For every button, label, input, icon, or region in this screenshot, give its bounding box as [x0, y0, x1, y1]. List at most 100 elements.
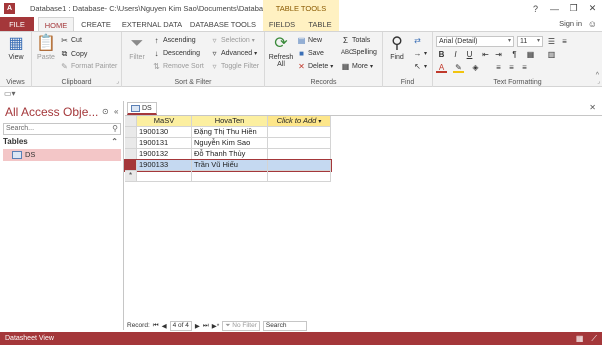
column-header-hovaten[interactable]: HovaTen	[192, 116, 268, 127]
close-button[interactable]: ✕	[583, 0, 602, 17]
cut-button[interactable]: ✂ Cut	[60, 36, 82, 45]
advanced-button[interactable]: ▿ Advanced ▾	[210, 49, 257, 58]
new-record-nav-icon[interactable]: ▶*	[212, 322, 220, 330]
new-record-row[interactable]: *	[125, 171, 331, 182]
previous-record-icon[interactable]: ◀	[162, 322, 167, 330]
shutter-bar-close-icon[interactable]: «	[114, 107, 118, 116]
font-size-select[interactable]: 11 ▾	[517, 36, 543, 47]
document-tab-ds[interactable]: DS	[127, 102, 157, 115]
cell-hovaten[interactable]: Đặng Thị Thu Hiền	[192, 127, 268, 138]
row-selector[interactable]	[125, 127, 137, 138]
table-row[interactable]: 1900132 Đỗ Thanh Thủy	[125, 149, 331, 160]
cell-empty[interactable]	[268, 149, 331, 160]
record-position-input[interactable]: 4 of 4	[169, 320, 192, 331]
paragraph-direction-icon[interactable]: ¶	[509, 49, 520, 60]
remove-sort-button[interactable]: ⇅ Remove Sort	[152, 62, 204, 71]
increase-indent-icon[interactable]: ⇥	[493, 49, 504, 60]
totals-button[interactable]: Σ Totals	[341, 36, 370, 45]
bullets-icon[interactable]: ☰	[546, 36, 557, 47]
row-selector[interactable]	[125, 138, 137, 149]
restore-button[interactable]: ❐	[564, 0, 583, 17]
cell-hovaten[interactable]: Nguyễn Kim Sao	[192, 138, 268, 149]
bold-button[interactable]: B	[436, 49, 447, 60]
first-record-icon[interactable]: ⏮	[153, 322, 159, 330]
selection-button[interactable]: ▿ Selection ▾	[210, 36, 254, 45]
delete-record-button[interactable]: ✕ Delete ▾	[297, 62, 333, 71]
select-all-corner[interactable]	[125, 116, 137, 127]
feedback-smiley-icon[interactable]: ☺	[588, 19, 597, 29]
paste-button[interactable]: 📋 Paste	[35, 34, 57, 61]
record-search-input[interactable]: Search	[262, 320, 307, 331]
text-formatting-launcher-icon[interactable]: ⌟	[597, 78, 600, 85]
cell-masv[interactable]: 1900130	[137, 127, 192, 138]
cell-hovaten[interactable]: Đỗ Thanh Thủy	[192, 149, 268, 160]
select-button[interactable]: ↖ ▾	[413, 62, 427, 71]
no-filter-indicator[interactable]: ⏷ No Filter	[222, 320, 260, 331]
tab-file[interactable]: FILE	[0, 17, 34, 32]
nav-search-input[interactable]: Search... ⚲	[3, 123, 121, 135]
cell-new-hovaten[interactable]	[192, 171, 268, 182]
design-view-icon[interactable]: ⟋	[591, 332, 597, 345]
cell-empty[interactable]	[268, 127, 331, 138]
ascending-button[interactable]: ↑ Ascending	[152, 36, 196, 45]
fill-color-icon[interactable]: ◈	[470, 62, 481, 73]
find-button[interactable]: ⚲ Find	[386, 34, 408, 61]
table-row[interactable]: 1900131 Nguyễn Kim Sao	[125, 138, 331, 149]
cell-empty[interactable]	[268, 171, 331, 182]
cell-new-masv[interactable]	[137, 171, 192, 182]
close-document-icon[interactable]: ✕	[589, 103, 596, 112]
cell-empty[interactable]	[268, 138, 331, 149]
cell-empty[interactable]	[268, 160, 331, 171]
row-selector[interactable]	[125, 149, 137, 160]
tab-create[interactable]: CREATE	[76, 17, 116, 32]
tab-fields[interactable]: FIELDS	[263, 17, 301, 32]
column-header-click-to-add[interactable]: Click to Add ▾	[268, 116, 331, 127]
table-row[interactable]: 1900130 Đặng Thị Thu Hiền	[125, 127, 331, 138]
font-name-select[interactable]: Arial (Detail) ▾	[436, 36, 514, 47]
toolbar-small-icon[interactable]: ▭▾	[4, 89, 16, 98]
minimize-button[interactable]: —	[545, 0, 564, 17]
nav-menu-chevron-icon[interactable]: ⊙	[102, 107, 109, 116]
datasheet-view-icon[interactable]: ▦	[576, 332, 584, 345]
filter-button[interactable]: ⏷ Filter	[125, 34, 149, 61]
tab-database-tools[interactable]: DATABASE TOOLS	[188, 17, 258, 32]
clipboard-launcher-icon[interactable]: ⌟	[116, 78, 119, 85]
highlight-icon[interactable]: ✎	[453, 62, 464, 73]
copy-button[interactable]: ⧉ Copy	[60, 49, 88, 59]
goto-button[interactable]: → ▾	[413, 49, 428, 58]
cell-masv[interactable]: 1900132	[137, 149, 192, 160]
descending-button[interactable]: ↓ Descending	[152, 49, 200, 58]
row-selector[interactable]	[125, 160, 137, 171]
tab-external-data[interactable]: EXTERNAL DATA	[120, 17, 184, 32]
decrease-indent-icon[interactable]: ⇤	[480, 49, 491, 60]
cell-masv[interactable]: 1900131	[137, 138, 192, 149]
nav-group-tables[interactable]: Tables ⌃	[3, 137, 121, 148]
align-left-icon[interactable]: ≡	[493, 62, 504, 73]
next-record-icon[interactable]: ▶	[195, 322, 200, 330]
table-row-selected[interactable]: 1900133 Trần Vũ Hiếu	[124, 159, 332, 172]
refresh-all-button[interactable]: ⟳ Refresh All	[268, 34, 294, 68]
align-center-icon[interactable]: ≡	[506, 62, 517, 73]
align-right-icon[interactable]: ≡	[519, 62, 530, 73]
spelling-button[interactable]: ABC Spelling	[341, 49, 377, 56]
more-button[interactable]: ▦ More ▾	[341, 62, 373, 71]
numbering-icon[interactable]: ≡	[559, 36, 570, 47]
help-icon[interactable]: ?	[526, 0, 545, 17]
last-record-icon[interactable]: ⏭	[203, 322, 209, 330]
italic-button[interactable]: I	[450, 49, 461, 60]
format-painter-button[interactable]: ✎ Format Painter	[60, 62, 117, 71]
collapse-ribbon-icon[interactable]: ^	[596, 72, 599, 79]
replace-button[interactable]: ⇄	[413, 36, 422, 45]
nav-pane-title[interactable]: All Access Obje...	[5, 105, 98, 119]
sign-in-link[interactable]: Sign in	[559, 19, 582, 28]
cell-masv[interactable]: 1900133	[137, 160, 192, 171]
tab-table[interactable]: TABLE	[301, 17, 339, 32]
alternate-row-color-icon[interactable]: ▥	[546, 49, 557, 60]
view-button[interactable]: ▦ View	[2, 34, 30, 61]
new-record-button[interactable]: ▤ New	[297, 36, 322, 45]
gridlines-icon[interactable]: ▦	[525, 49, 536, 60]
column-header-masv[interactable]: MaSV	[137, 116, 192, 127]
toggle-filter-button[interactable]: ▿ Toggle Filter	[210, 62, 259, 71]
cell-hovaten[interactable]: Trần Vũ Hiếu	[192, 160, 268, 171]
font-color-icon[interactable]: A	[436, 62, 447, 73]
